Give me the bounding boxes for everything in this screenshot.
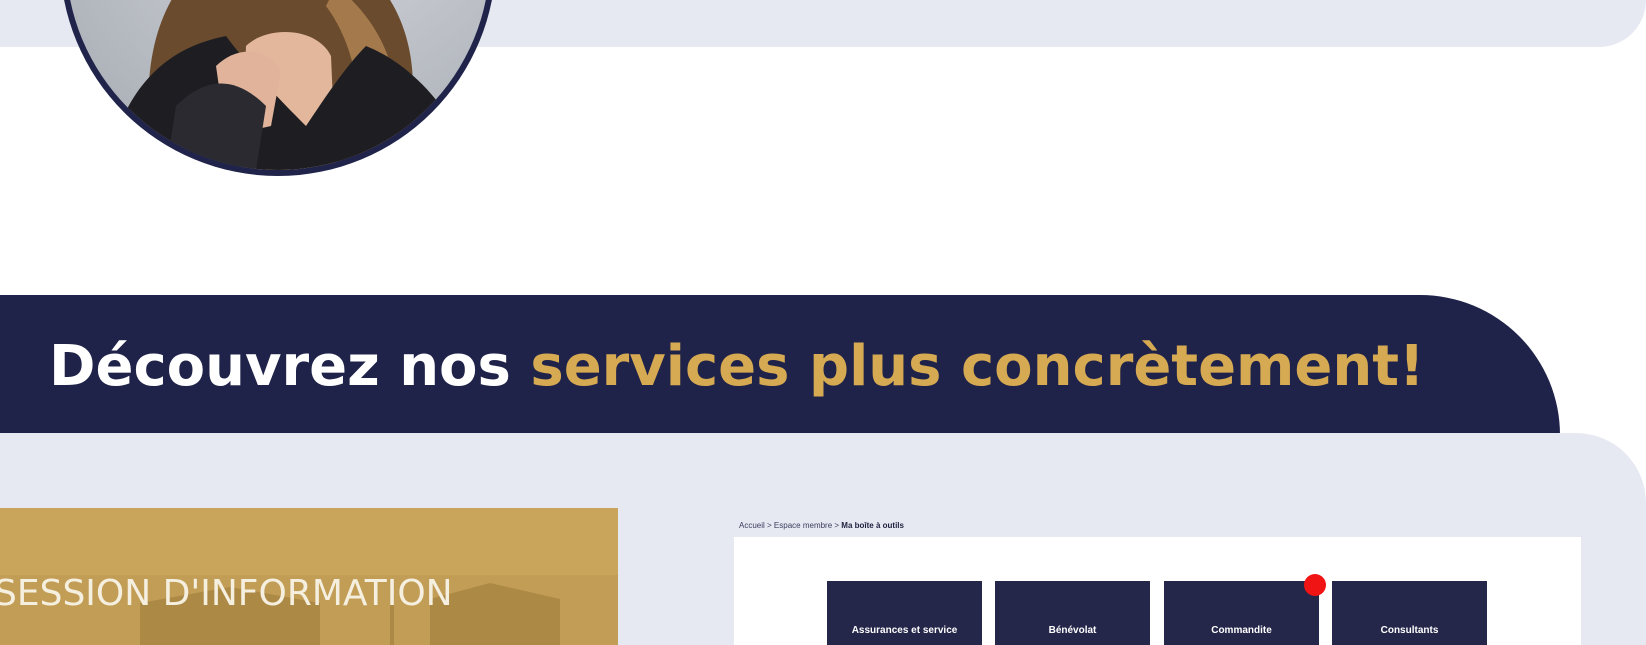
tile-consultants[interactable]: Consultants — [1332, 581, 1487, 645]
services-heading-accent: services plus concrètement! — [530, 334, 1425, 399]
breadcrumb: Accueil > Espace membre > Ma boîte à out… — [739, 520, 904, 532]
notification-dot — [1304, 574, 1326, 596]
breadcrumb-member[interactable]: Espace membre — [774, 521, 832, 530]
tile-consultants-label: Consultants — [1380, 625, 1439, 636]
tile-sponsorship-label: Commandite — [1211, 625, 1272, 636]
tile-volunteering[interactable]: Bénévolat — [995, 581, 1150, 645]
team-member-photo — [60, 0, 496, 176]
tile-sponsorship[interactable]: Commandite — [1164, 581, 1319, 645]
services-heading: Découvrez nos services plus concrètement… — [49, 334, 1425, 400]
tile-volunteering-label: Bénévolat — [1048, 625, 1097, 636]
portrait-image — [66, 0, 490, 170]
breadcrumb-separator: > — [832, 521, 842, 530]
information-session-title: SESSION D'INFORMATION — [0, 573, 453, 614]
services-heading-main: Découvrez nos — [49, 334, 531, 399]
tile-insurance-label: Assurances et service — [851, 625, 958, 636]
breadcrumb-current: Ma boîte à outils — [841, 521, 904, 530]
tile-insurance[interactable]: Assurances et service — [827, 581, 982, 645]
breadcrumb-separator: > — [764, 521, 774, 530]
breadcrumb-home[interactable]: Accueil — [739, 521, 765, 530]
